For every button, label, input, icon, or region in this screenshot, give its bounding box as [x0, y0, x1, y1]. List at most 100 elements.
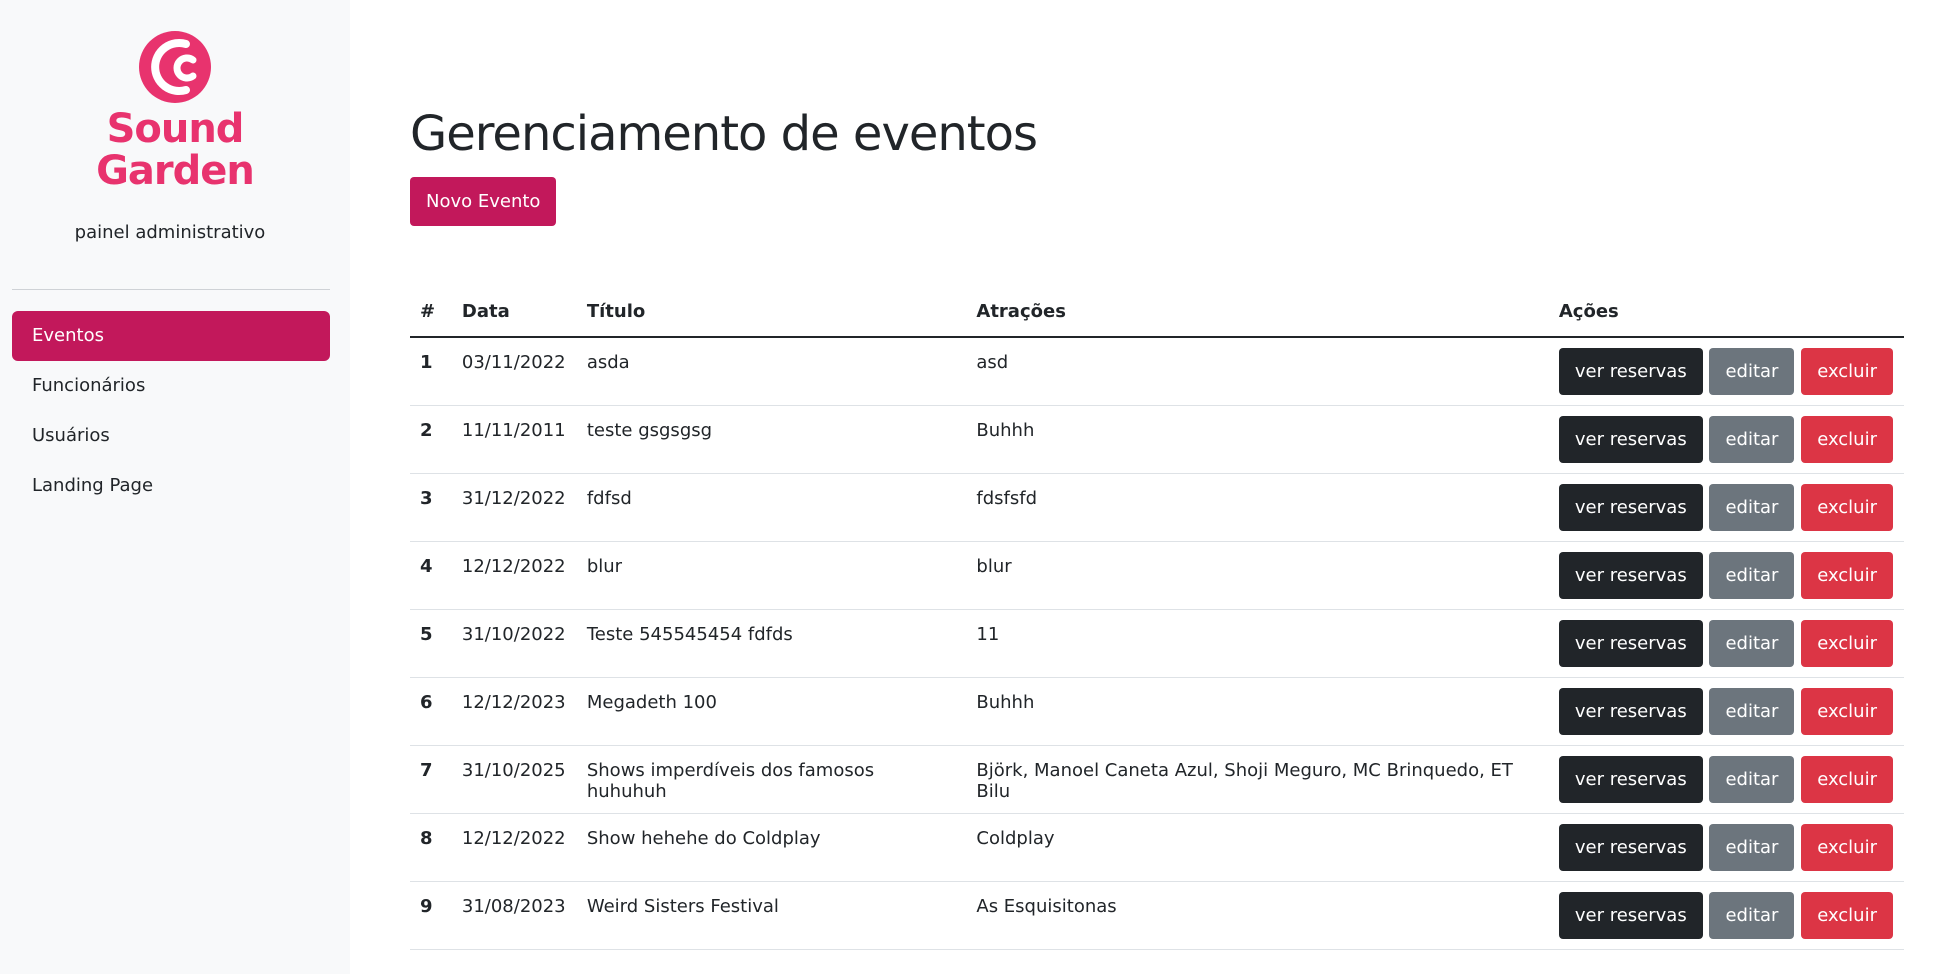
row-attractions: Coldplay	[966, 813, 1549, 882]
row-actions: ver reservas editar excluir	[1548, 473, 1904, 542]
sidebar: Sound Garden painel administrativo Event…	[0, 0, 350, 974]
row-date: 12/12/2023	[451, 677, 577, 746]
delete-button[interactable]: excluir	[1801, 823, 1893, 871]
row-attractions: Björk, Manoel Caneta Azul, Shoji Meguro,…	[966, 745, 1549, 814]
table-row: 1 03/11/2022 asda asd ver reservas edita…	[410, 337, 1904, 406]
row-num: 1	[410, 337, 452, 406]
view-reservations-button[interactable]: ver reservas	[1558, 619, 1703, 667]
sidebar-nav: Eventos Funcionários Usuários Landing Pa…	[12, 311, 330, 511]
view-reservations-button[interactable]: ver reservas	[1558, 687, 1703, 735]
delete-button[interactable]: excluir	[1801, 619, 1893, 667]
row-num: 6	[410, 677, 452, 746]
table-row: 4 12/12/2022 blur blur ver reservas edit…	[410, 541, 1904, 610]
row-actions: ver reservas editar excluir	[1548, 745, 1904, 814]
sidebar-item-funcionarios[interactable]: Funcionários	[12, 361, 330, 411]
row-attractions: asd	[966, 337, 1549, 406]
edit-button[interactable]: editar	[1709, 415, 1795, 463]
row-attractions: fdsfsfd	[966, 473, 1549, 542]
row-title: Show hehehe do Coldplay	[576, 813, 967, 882]
row-attractions: 11	[966, 609, 1549, 678]
brand-name-line1: Sound	[106, 106, 245, 152]
table-row: 7 31/10/2025 Shows imperdíveis dos famos…	[410, 745, 1904, 814]
delete-button[interactable]: excluir	[1801, 551, 1893, 599]
table-row: 9 31/08/2023 Weird Sisters Festival As E…	[410, 881, 1904, 950]
row-date: 31/10/2025	[451, 745, 577, 814]
row-title: Teste 545545454 fdfds	[576, 609, 967, 678]
sidebar-divider	[12, 289, 330, 290]
row-title: fdfsd	[576, 473, 967, 542]
edit-button[interactable]: editar	[1709, 551, 1795, 599]
view-reservations-button[interactable]: ver reservas	[1558, 551, 1703, 599]
row-title: teste gsgsgsg	[576, 405, 967, 474]
row-date: 31/10/2022	[451, 609, 577, 678]
row-actions: ver reservas editar excluir	[1548, 541, 1904, 610]
row-title: blur	[576, 541, 967, 610]
row-date: 31/12/2022	[451, 473, 577, 542]
delete-button[interactable]: excluir	[1801, 483, 1893, 531]
brand-name: Sound Garden	[0, 108, 350, 192]
edit-button[interactable]: editar	[1709, 823, 1795, 871]
panel-subtitle: painel administrativo	[74, 222, 266, 243]
edit-button[interactable]: editar	[1709, 483, 1795, 531]
table-header-row: # Data Título Atrações Ações	[410, 286, 1904, 338]
brand-name-line2: Garden	[96, 148, 255, 194]
row-date: 12/12/2022	[451, 541, 577, 610]
column-header-num: #	[410, 286, 452, 338]
column-header-actions: Ações	[1548, 286, 1904, 338]
row-actions: ver reservas editar excluir	[1548, 677, 1904, 746]
row-attractions: Buhhh	[966, 405, 1549, 474]
delete-button[interactable]: excluir	[1801, 415, 1893, 463]
edit-button[interactable]: editar	[1709, 891, 1795, 939]
row-title: Weird Sisters Festival	[576, 881, 967, 950]
events-table-body: 1 03/11/2022 asda asd ver reservas edita…	[410, 337, 1904, 950]
row-attractions: blur	[966, 541, 1549, 610]
view-reservations-button[interactable]: ver reservas	[1558, 415, 1703, 463]
row-actions: ver reservas editar excluir	[1548, 405, 1904, 474]
sidebar-item-usuarios[interactable]: Usuários	[12, 411, 330, 461]
row-num: 2	[410, 405, 452, 474]
row-title: Megadeth 100	[576, 677, 967, 746]
row-date: 31/08/2023	[451, 881, 577, 950]
brand-logo[interactable]: Sound Garden	[0, 30, 350, 192]
events-table: # Data Título Atrações Ações 1 03/11/202…	[410, 286, 1904, 950]
view-reservations-button[interactable]: ver reservas	[1558, 348, 1703, 395]
row-date: 03/11/2022	[451, 337, 577, 406]
row-attractions: Buhhh	[966, 677, 1549, 746]
edit-button[interactable]: editar	[1709, 755, 1795, 803]
delete-button[interactable]: excluir	[1801, 348, 1893, 395]
row-date: 12/12/2022	[451, 813, 577, 882]
page-title: Gerenciamento de eventos	[410, 106, 1038, 162]
app: Sound Garden painel administrativo Event…	[0, 0, 1954, 974]
table-row: 5 31/10/2022 Teste 545545454 fdfds 11 ve…	[410, 609, 1904, 678]
sidebar-item-eventos[interactable]: Eventos	[12, 311, 330, 361]
delete-button[interactable]: excluir	[1801, 687, 1893, 735]
row-num: 5	[410, 609, 452, 678]
view-reservations-button[interactable]: ver reservas	[1558, 755, 1703, 803]
delete-button[interactable]: excluir	[1801, 755, 1893, 803]
edit-button[interactable]: editar	[1709, 687, 1795, 735]
table-row: 3 31/12/2022 fdfsd fdsfsfd ver reservas …	[410, 473, 1904, 542]
sidebar-item-landing-page[interactable]: Landing Page	[12, 461, 330, 511]
row-num: 8	[410, 813, 452, 882]
edit-button[interactable]: editar	[1709, 348, 1795, 395]
row-actions: ver reservas editar excluir	[1548, 609, 1904, 678]
column-header-attractions: Atrações	[966, 286, 1549, 338]
row-num: 9	[410, 881, 452, 950]
row-num: 7	[410, 745, 452, 814]
view-reservations-button[interactable]: ver reservas	[1558, 891, 1703, 939]
row-actions: ver reservas editar excluir	[1548, 881, 1904, 950]
row-attractions: As Esquisitonas	[966, 881, 1549, 950]
view-reservations-button[interactable]: ver reservas	[1558, 483, 1703, 531]
row-actions: ver reservas editar excluir	[1548, 337, 1904, 406]
column-header-date: Data	[451, 286, 577, 338]
table-row: 8 12/12/2022 Show hehehe do Coldplay Col…	[410, 813, 1904, 882]
sound-garden-logo-icon	[139, 31, 211, 103]
view-reservations-button[interactable]: ver reservas	[1558, 823, 1703, 871]
row-num: 3	[410, 473, 452, 542]
delete-button[interactable]: excluir	[1801, 891, 1893, 939]
new-event-button[interactable]: Novo Evento	[410, 177, 557, 226]
row-date: 11/11/2011	[451, 405, 577, 474]
edit-button[interactable]: editar	[1709, 619, 1795, 667]
table-row: 6 12/12/2023 Megadeth 100 Buhhh ver rese…	[410, 677, 1904, 746]
table-row: 2 11/11/2011 teste gsgsgsg Buhhh ver res…	[410, 405, 1904, 474]
